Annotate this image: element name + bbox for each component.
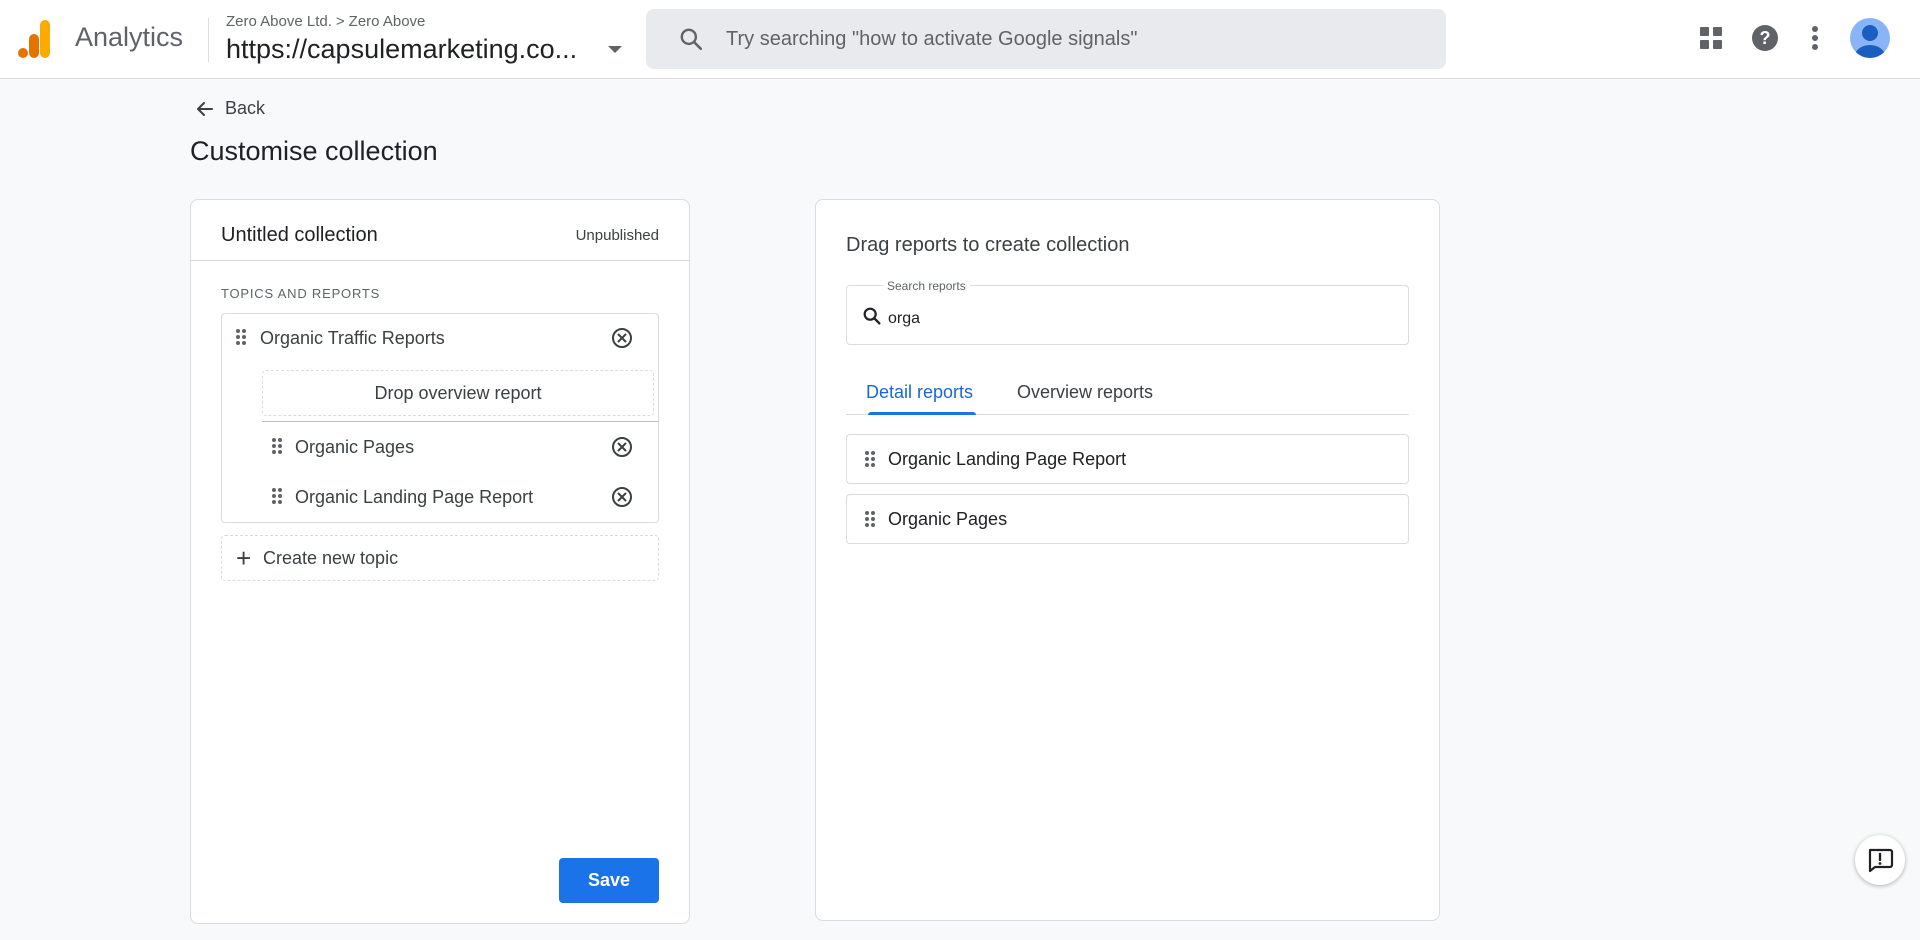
report-search-input[interactable]: Search reports orga	[846, 279, 1409, 345]
save-button[interactable]: Save	[559, 858, 659, 903]
drop-overview-zone[interactable]: Drop overview report	[262, 370, 654, 416]
search-icon	[680, 28, 703, 51]
topic-report-name: Organic Pages	[295, 437, 415, 457]
tab-detail-reports[interactable]: Detail reports	[866, 382, 973, 403]
breadcrumb-separator-icon: >	[335, 13, 345, 30]
collection-panel: Untitled collection Unpublished TOPICS A…	[190, 199, 690, 924]
app-name: Analytics	[75, 22, 184, 52]
apps-grid-icon[interactable]	[1695, 22, 1727, 54]
global-search-bar[interactable]: Try searching "how to activate Google si…	[646, 9, 1446, 69]
back-button[interactable]: Back	[195, 98, 265, 119]
section-label: TOPICS AND REPORTS	[221, 286, 381, 301]
search-value: orga	[888, 310, 921, 327]
drag-handle-icon[interactable]	[272, 488, 282, 504]
more-vert-icon[interactable]	[1799, 22, 1831, 54]
status-badge: Unpublished	[575, 227, 659, 244]
report-type-tabs: Detail reports Overview reports	[846, 377, 1409, 415]
feedback-icon	[1868, 848, 1894, 873]
page-title: Customise collection	[190, 136, 438, 166]
back-label: Back	[225, 98, 266, 118]
analytics-logo-icon[interactable]	[18, 20, 52, 58]
drag-handle-icon[interactable]	[236, 329, 246, 345]
remove-report-icon[interactable]	[611, 486, 633, 508]
divider	[262, 421, 659, 422]
library-title: Drag reports to create collection	[846, 234, 1130, 256]
breadcrumb-account: Zero Above Ltd.	[226, 13, 332, 30]
collection-name[interactable]: Untitled collection	[221, 224, 378, 247]
svg-text:?: ?	[1760, 28, 1771, 48]
property-selector[interactable]: https://capsulemarketing.co...	[226, 34, 577, 65]
remove-report-icon[interactable]	[611, 436, 633, 458]
report-library-panel: Drag reports to create collection Search…	[815, 199, 1440, 921]
topic-name[interactable]: Organic Traffic Reports	[260, 328, 445, 349]
help-icon[interactable]: ?	[1749, 22, 1781, 54]
topic-report-name: Organic Landing Page Report	[295, 487, 534, 507]
create-topic-label: Create new topic	[263, 548, 399, 568]
caret-down-icon[interactable]	[608, 46, 622, 53]
report-result-name: Organic Pages	[888, 509, 1008, 529]
collection-header: Untitled collection Unpublished	[191, 200, 689, 261]
report-result-name: Organic Landing Page Report	[888, 449, 1127, 469]
remove-topic-icon[interactable]	[611, 327, 633, 349]
report-result-item[interactable]: Organic Pages	[846, 494, 1409, 544]
active-tab-indicator	[868, 412, 976, 415]
add-icon: +	[236, 543, 252, 573]
create-topic-button[interactable]: + Create new topic	[221, 535, 659, 581]
search-placeholder: Try searching "how to activate Google si…	[726, 28, 1138, 50]
top-app-bar: Analytics Zero Above Ltd. > Zero Above h…	[0, 0, 1920, 79]
person-icon	[1855, 25, 1885, 58]
report-result-item[interactable]: Organic Landing Page Report	[846, 434, 1409, 484]
breadcrumb-property: Zero Above	[348, 13, 426, 30]
drag-handle-icon[interactable]	[865, 451, 875, 467]
account-avatar[interactable]	[1850, 18, 1890, 58]
search-field-label: Search reports	[883, 279, 970, 293]
drag-handle-icon[interactable]	[272, 438, 282, 454]
feedback-button[interactable]	[1855, 835, 1905, 885]
account-breadcrumb[interactable]: Zero Above Ltd. > Zero Above	[226, 13, 425, 30]
arrow-back-icon	[197, 101, 213, 116]
tab-overview-reports[interactable]: Overview reports	[1017, 382, 1153, 403]
topic-container: Organic Traffic Reports Drop overview re…	[221, 313, 659, 523]
drag-handle-icon[interactable]	[865, 511, 875, 527]
header-divider	[208, 18, 209, 62]
search-icon	[863, 307, 881, 325]
